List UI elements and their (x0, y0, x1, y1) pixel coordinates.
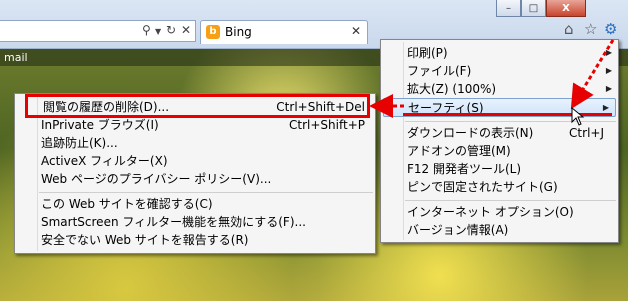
menu-item-label: ダウンロードの表示(N) (407, 126, 534, 140)
close-window-button[interactable]: X (546, 0, 586, 17)
tools-gear-icon[interactable]: ⚙ (604, 20, 617, 38)
dropdown-icon[interactable]: ▼ (155, 27, 161, 36)
menu-item-label: ActiveX フィルター(X) (41, 154, 168, 168)
menu-item-label: ピンで固定されたサイト(G) (407, 180, 558, 194)
menu-item-smartscreen-off[interactable]: SmartScreen フィルター機能を無効にする(F)... (15, 213, 375, 231)
menu-separator (39, 192, 373, 193)
menu-item-internet-options[interactable]: インターネット オプション(O) (381, 203, 618, 221)
window-controls: – □ X (496, 0, 586, 18)
menu-item-pinned-sites[interactable]: ピンで固定されたサイト(G) (381, 178, 618, 196)
menu-item-print[interactable]: 印刷(P) ▶ (381, 44, 618, 62)
submenu-arrow-icon: ▶ (605, 66, 612, 75)
address-bar[interactable]: ⚲ ▼ ↻ ✕ (0, 20, 196, 42)
highlight-box-delete-history (25, 94, 370, 118)
menu-item-label: 安全でない Web サイトを報告する(R) (41, 233, 249, 247)
stop-icon[interactable]: ✕ (181, 23, 191, 37)
menu-item-inprivate-browsing[interactable]: InPrivate ブラウズ(I) Ctrl+Shift+P (15, 116, 375, 134)
menu-item-privacy-policy[interactable]: Web ページのプライバシー ポリシー(V)... (15, 170, 375, 188)
menu-item-view-downloads[interactable]: ダウンロードの表示(N) Ctrl+J (381, 124, 618, 142)
submenu-arrow-icon: ▶ (605, 48, 612, 57)
maximize-button[interactable]: □ (521, 0, 546, 17)
menu-item-about[interactable]: バージョン情報(A) (381, 221, 618, 239)
menu-item-label: F12 開発者ツール(L) (407, 162, 522, 176)
menu-separator (405, 200, 616, 201)
search-icon[interactable]: ⚲ (142, 23, 151, 37)
tab-bing[interactable]: b Bing ✕ (200, 20, 368, 44)
menu-item-label: アドオンの管理(M) (407, 144, 511, 158)
tools-menu: 印刷(P) ▶ ファイル(F) ▶ 拡大(Z) (100%) ▶ セーフティ(S… (380, 39, 619, 243)
menu-item-label: バージョン情報(A) (407, 223, 509, 237)
menu-item-developer-tools[interactable]: F12 開発者ツール(L) (381, 160, 618, 178)
menu-item-file[interactable]: ファイル(F) ▶ (381, 62, 618, 80)
menu-item-label: SmartScreen フィルター機能を無効にする(F)... (41, 215, 306, 229)
menu-item-label: インターネット オプション(O) (407, 205, 574, 219)
menu-item-label: ファイル(F) (407, 64, 472, 78)
menu-item-activex-filtering[interactable]: ActiveX フィルター(X) (15, 152, 375, 170)
tab-title: Bing (225, 25, 252, 39)
mail-link[interactable]: mail (4, 51, 28, 64)
menu-item-manage-addons[interactable]: アドオンの管理(M) (381, 142, 618, 160)
menu-item-label: InPrivate ブラウズ(I) (41, 118, 159, 132)
close-tab-icon[interactable]: ✕ (351, 24, 361, 38)
favorites-star-icon[interactable]: ☆ (584, 20, 597, 38)
bing-favicon-icon: b (206, 25, 220, 39)
home-icon[interactable]: ⌂ (564, 20, 574, 38)
menu-item-label: 印刷(P) (407, 46, 448, 60)
menu-item-label: 追跡防止(K)... (41, 136, 118, 150)
menu-item-tracking-protection[interactable]: 追跡防止(K)... (15, 134, 375, 152)
refresh-icon[interactable]: ↻ (166, 23, 176, 37)
menu-item-check-website[interactable]: この Web サイトを確認する(C) (15, 195, 375, 213)
minimize-button[interactable]: – (496, 0, 521, 17)
menu-item-label: この Web サイトを確認する(C) (41, 197, 213, 211)
menu-item-label: Web ページのプライバシー ポリシー(V)... (41, 172, 272, 186)
menu-item-shortcut: Ctrl+J (569, 126, 604, 140)
menu-item-shortcut: Ctrl+Shift+P (289, 118, 365, 132)
highlight-underline-safety (403, 96, 612, 116)
menu-item-report-unsafe-site[interactable]: 安全でない Web サイトを報告する(R) (15, 231, 375, 249)
menu-separator (405, 121, 616, 122)
